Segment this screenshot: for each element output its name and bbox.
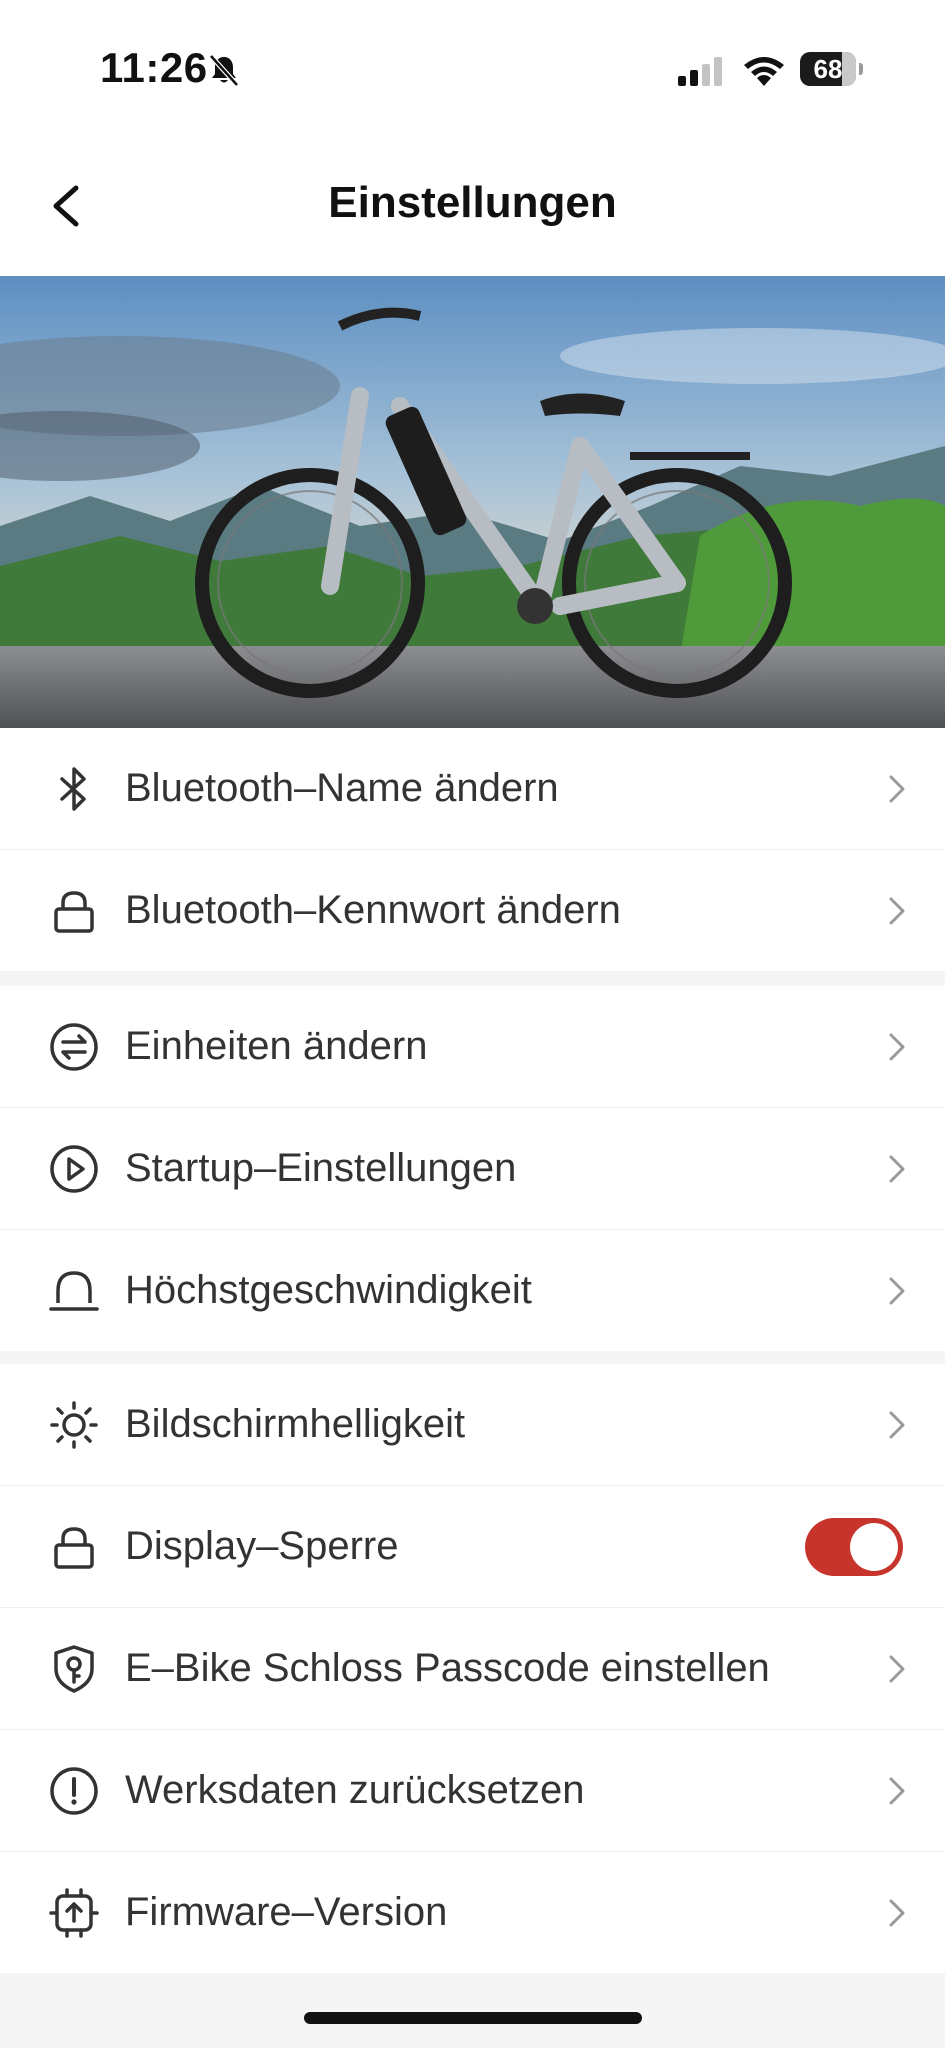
shield-key-icon <box>54 1644 94 1693</box>
row-bluetooth-name[interactable]: Bluetooth–Name ändern <box>0 728 945 850</box>
row-screen-brightness[interactable]: Bildschirmhelligkeit <box>0 1364 945 1486</box>
row-startup-settings[interactable]: Startup–Einstellungen <box>0 1108 945 1230</box>
chevron-right-icon <box>889 1655 905 1682</box>
row-label: Bildschirmhelligkeit <box>125 1402 466 1446</box>
toggle-knob <box>850 1522 898 1571</box>
display-lock-toggle[interactable] <box>805 1517 903 1576</box>
wifi-icon <box>744 57 784 86</box>
brightness-icon <box>50 1400 98 1449</box>
row-display-lock[interactable]: Display–Sperre <box>0 1486 945 1608</box>
home-indicator <box>304 2012 642 2024</box>
status-time: 11:26 <box>100 44 208 91</box>
row-label: Einheiten ändern <box>125 1024 428 1068</box>
cellular-signal-icon <box>678 57 722 86</box>
chevron-right-icon <box>889 1899 905 1926</box>
bell-muted-icon <box>209 54 239 87</box>
row-max-speed[interactable]: Höchstgeschwindigkeit <box>0 1230 945 1351</box>
row-change-units[interactable]: Einheiten ändern <box>0 986 945 1108</box>
row-firmware-version[interactable]: Firmware–Version <box>0 1852 945 1973</box>
chevron-right-icon <box>889 1777 905 1804</box>
row-label: Firmware–Version <box>125 1890 448 1934</box>
row-label: Startup–Einstellungen <box>125 1146 517 1190</box>
row-label: E–Bike Schloss Passcode einstellen <box>125 1646 770 1690</box>
battery-level: 68 <box>813 53 843 84</box>
e-bike-hero-image <box>0 276 945 728</box>
chevron-right-icon <box>889 775 905 802</box>
page-title: Einstellungen <box>328 178 617 227</box>
play-circle-icon <box>50 1144 98 1193</box>
row-label: Display–Sperre <box>125 1524 399 1568</box>
row-bluetooth-password[interactable]: Bluetooth–Kennwort ändern <box>0 850 945 971</box>
battery-empty-portion <box>842 52 856 86</box>
row-label: Bluetooth–Kennwort ändern <box>125 888 621 932</box>
chevron-right-icon <box>889 1411 905 1438</box>
swap-units-icon <box>50 1022 98 1071</box>
row-label: Bluetooth–Name ändern <box>125 766 559 810</box>
exclamation-circle-icon <box>50 1766 98 1815</box>
row-label: Werksdaten zurücksetzen <box>125 1768 585 1812</box>
battery-icon: 68 <box>800 52 863 86</box>
lock-icon <box>54 1526 94 1569</box>
status-bar: 11:26 68 <box>0 0 945 140</box>
chevron-right-icon <box>889 1033 905 1060</box>
speed-dome-icon <box>49 1270 99 1311</box>
row-label: Höchstgeschwindigkeit <box>125 1268 532 1312</box>
chip-upload-icon <box>49 1887 99 1938</box>
settings-group-device: Bildschirmhelligkeit Display–Sperre E–Bi… <box>0 1364 945 1973</box>
e-bike-photo <box>0 276 945 728</box>
lock-icon <box>54 890 94 933</box>
chevron-right-icon <box>889 897 905 924</box>
row-ebike-lock-passcode[interactable]: E–Bike Schloss Passcode einstellen <box>0 1608 945 1730</box>
chevron-right-icon <box>889 1277 905 1304</box>
settings-group-bluetooth: Bluetooth–Name ändern Bluetooth–Kennwort… <box>0 728 945 971</box>
chevron-right-icon <box>889 1155 905 1182</box>
bluetooth-icon <box>60 766 86 811</box>
settings-group-riding: Einheiten ändern Startup–Einstellungen H… <box>0 986 945 1351</box>
row-factory-reset[interactable]: Werksdaten zurücksetzen <box>0 1730 945 1852</box>
